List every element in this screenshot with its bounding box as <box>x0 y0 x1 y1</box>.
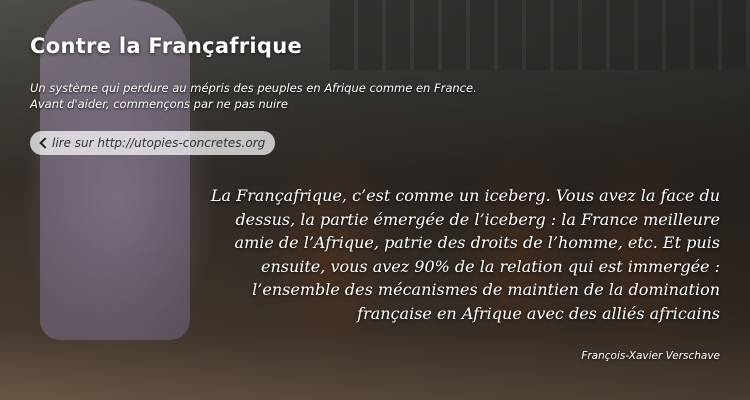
quote-line: ensuite, vous avez 90% de la relation qu… <box>260 256 720 276</box>
subtitle-line: Avant d'aider, commençons par ne pas nui… <box>30 97 288 111</box>
read-more-link[interactable]: lire sur http://utopies-concretes.org <box>30 131 276 155</box>
quote-card: Contre la Françafrique Un système qui pe… <box>0 0 750 400</box>
chevron-left-icon <box>38 137 48 149</box>
quote-text: La Françafrique, c’est comme un iceberg.… <box>160 184 720 325</box>
quote-author: François-Xavier Verschave <box>581 350 720 362</box>
quote-line: l’ensemble des mécanismes de maintien de… <box>252 280 720 299</box>
quote-line: La Françafrique, c’est comme un iceberg.… <box>210 186 720 205</box>
quote-line: dessus, la partie émergée de l’iceberg :… <box>235 209 720 229</box>
read-more-label: lire sur http://utopies-concretes.org <box>52 136 266 150</box>
quote-line: française en Afrique avec des alliés afr… <box>357 303 720 323</box>
page-title: Contre la Françafrique <box>30 34 303 58</box>
quote-line: amie de l’Afrique, patrie des droits de … <box>234 233 720 252</box>
subtitle-line: Un système qui perdure au mépris des peu… <box>30 81 477 95</box>
page-subtitle: Un système qui perdure au mépris des peu… <box>30 80 550 112</box>
